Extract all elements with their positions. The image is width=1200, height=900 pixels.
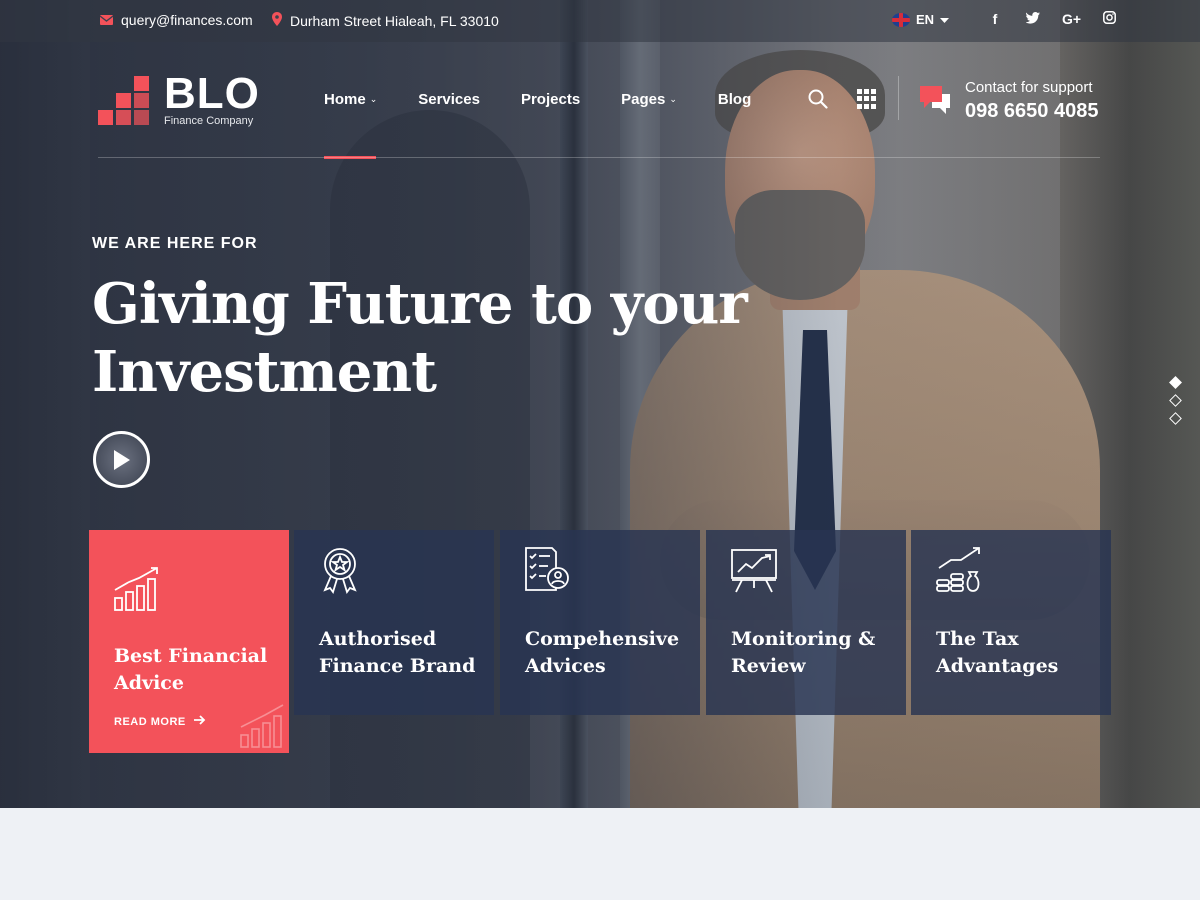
brand-tagline: Finance Company	[164, 115, 254, 127]
language-label: EN	[916, 12, 935, 27]
feature-card-tax-advantages[interactable]: The Tax Advantages	[911, 530, 1111, 715]
support-label: Contact for support	[965, 79, 1093, 96]
growth-chart-watermark-icon	[239, 703, 287, 751]
support-phone: 098 6650 4085	[965, 100, 1099, 122]
slide-dot-1[interactable]	[1169, 376, 1182, 389]
main-nav: Home ⌄ Services Projects Pages ⌄ Blog	[324, 91, 792, 108]
play-video-button[interactable]	[93, 431, 150, 488]
feature-title: Compehensive Advices	[525, 628, 680, 677]
topbar-address: Durham Street Hialeah, FL 33010	[272, 12, 499, 29]
caret-down-icon	[940, 12, 950, 27]
chevron-down-icon: ⌄	[369, 94, 378, 104]
language-selector[interactable]: EN	[892, 12, 950, 27]
slider-pagination	[1169, 376, 1182, 425]
page: query@finances.com Durham Street Hialeah…	[0, 0, 1200, 900]
brand-name: BLO	[164, 69, 260, 118]
social-links: f G+	[986, 11, 1118, 27]
support-contact[interactable]: Contact for support 098 6650 4085	[965, 79, 1098, 123]
nav-item-projects[interactable]: Projects	[521, 91, 580, 108]
envelope-icon	[99, 12, 114, 28]
google-plus-icon[interactable]: G+	[1062, 11, 1081, 27]
feature-card-monitoring-review[interactable]: Monitoring & Review	[706, 530, 906, 715]
arrow-right-icon	[193, 715, 206, 728]
nav-item-home[interactable]: Home ⌄	[324, 91, 377, 108]
slide-dot-2[interactable]	[1169, 394, 1182, 407]
logo-mark-icon	[98, 74, 150, 126]
checklist-user-icon	[524, 546, 572, 594]
play-icon	[114, 450, 130, 470]
nav-item-services[interactable]: Services	[418, 91, 480, 108]
chevron-down-icon: ⌄	[669, 94, 677, 104]
presentation-board-icon	[730, 546, 778, 594]
brand-logo[interactable]: BLO Finance Company	[98, 69, 260, 127]
slide-dot-3[interactable]	[1169, 412, 1182, 425]
feature-title: The Tax Advantages	[936, 628, 1059, 677]
nav-item-blog[interactable]: Blog	[718, 91, 751, 108]
growth-chart-icon	[113, 566, 161, 614]
feature-card-authorised-finance-brand[interactable]: Authorised Finance Brand	[294, 530, 494, 715]
instagram-icon[interactable]	[1100, 11, 1118, 27]
twitter-icon[interactable]	[1024, 11, 1042, 27]
map-pin-icon	[272, 12, 282, 29]
chat-bubble-icon	[918, 84, 952, 116]
feature-card-best-financial-advice[interactable]: Best Financial Advice READ MORE	[89, 530, 289, 753]
facebook-icon[interactable]: f	[986, 11, 1004, 27]
email-text: query@finances.com	[121, 12, 253, 28]
search-icon[interactable]	[808, 89, 828, 109]
top-info-bar: query@finances.com Durham Street Hialeah…	[0, 0, 1200, 42]
feature-title: Monitoring & Review	[731, 628, 876, 677]
grid-menu-icon[interactable]	[857, 89, 877, 109]
coins-growth-icon	[935, 546, 983, 594]
header-divider	[98, 157, 1100, 158]
header-vertical-divider	[898, 76, 899, 120]
address-text: Durham Street Hialeah, FL 33010	[290, 12, 499, 29]
read-more-link[interactable]: READ MORE	[114, 715, 206, 728]
feature-title: Best Financial Advice	[114, 645, 268, 694]
hero-headline: Giving Future to your Investment	[92, 271, 748, 405]
feature-title: Authorised Finance Brand	[319, 628, 476, 677]
award-badge-icon	[318, 546, 366, 594]
topbar-email[interactable]: query@finances.com	[99, 12, 253, 28]
hero-eyebrow: WE ARE HERE FOR	[92, 235, 258, 252]
uk-flag-icon	[892, 12, 910, 27]
feature-card-comprehensive-advices[interactable]: Compehensive Advices	[500, 530, 700, 715]
nav-item-pages[interactable]: Pages ⌄	[621, 91, 677, 108]
